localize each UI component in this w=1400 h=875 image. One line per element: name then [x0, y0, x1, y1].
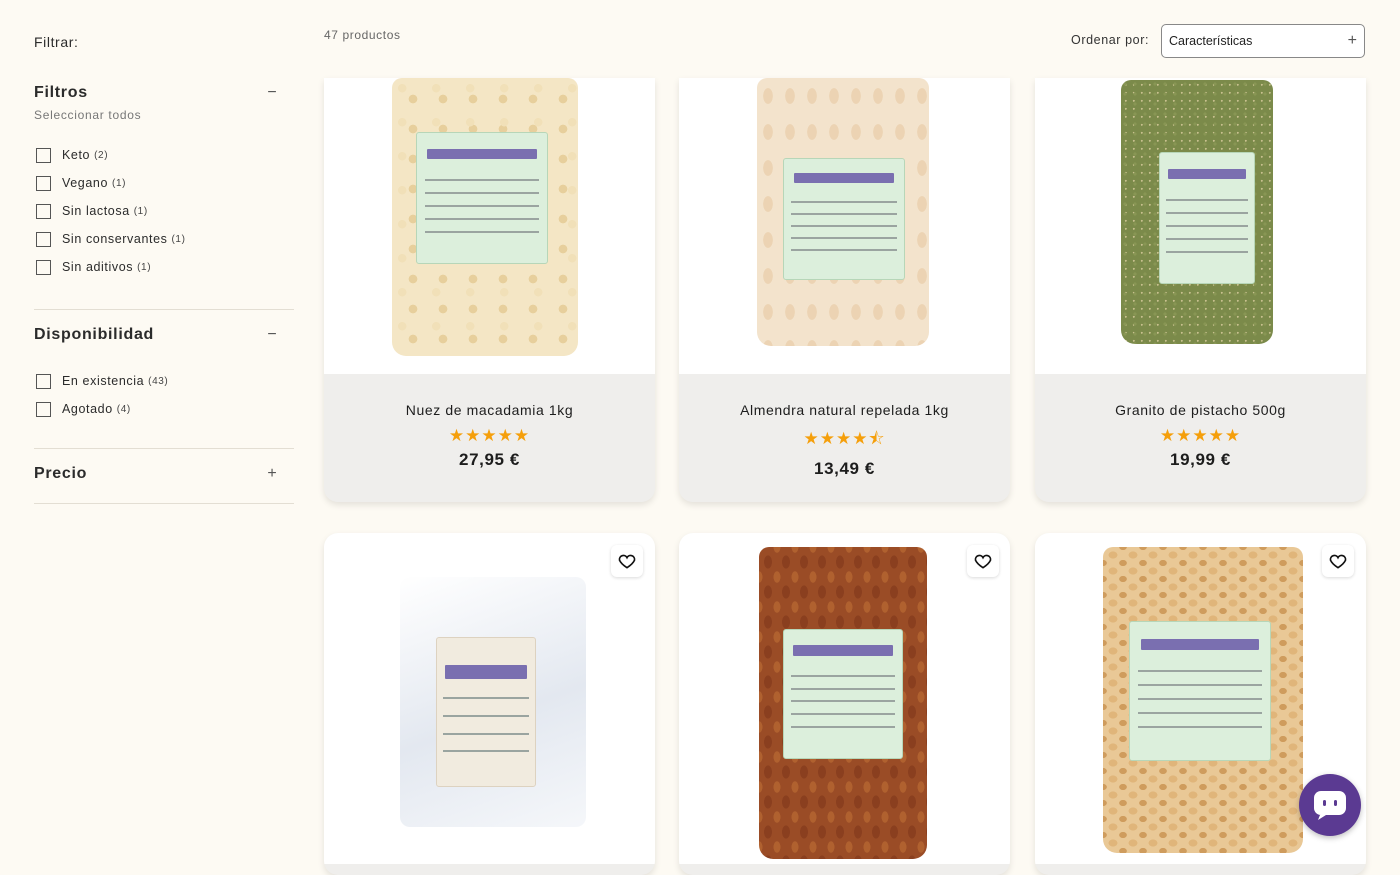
product-name[interactable]: Almendra natural repelada 1kg	[679, 402, 1010, 418]
checkbox[interactable]	[36, 373, 51, 389]
option-label: Sin conservantes	[62, 232, 168, 246]
product-price: 13,49 €	[814, 459, 875, 478]
product-card[interactable]	[679, 533, 1010, 875]
disponibilidad-title: Disponibilidad	[34, 326, 155, 343]
option-count: (1)	[133, 205, 148, 217]
divider	[34, 448, 294, 449]
collapse-icon[interactable]: −	[262, 84, 282, 102]
option-count: (43)	[148, 375, 169, 387]
product-card[interactable]: Almendra natural repelada 1kg ★★★★⯪ 13,4…	[679, 78, 1010, 502]
heart-icon	[1329, 554, 1347, 569]
rating-stars: ★★★★★	[448, 426, 531, 445]
product-card[interactable]	[324, 533, 655, 875]
product-image[interactable]	[679, 533, 1010, 864]
product-count: 47 productos	[324, 28, 401, 42]
product-image[interactable]	[324, 78, 655, 374]
option-label: Agotado	[62, 402, 113, 416]
product-card[interactable]: Nuez de macadamia 1kg ★★★★★ 27,95 €	[324, 78, 655, 502]
checkbox[interactable]	[36, 231, 51, 247]
checkbox[interactable]	[36, 259, 51, 275]
option-label: En existencia	[62, 374, 145, 388]
heart-icon	[974, 554, 992, 569]
divider	[34, 309, 294, 310]
wishlist-button[interactable]	[611, 545, 643, 577]
rating-stars: ★★★★★	[1159, 426, 1242, 445]
option-count: (2)	[94, 149, 109, 161]
option-count: (1)	[171, 233, 186, 245]
sort-value: Características	[1169, 34, 1253, 48]
filter-title: Filtrar:	[34, 34, 79, 50]
disponibilidad-section: Disponibilidad − En existencia (43) Agot…	[34, 326, 294, 423]
product-image[interactable]	[324, 533, 655, 864]
chat-icon	[1314, 791, 1346, 820]
product-info: Almendra natural repelada 1kg ★★★★⯪ 13,4…	[679, 374, 1010, 502]
product-label	[416, 132, 548, 264]
sort-label: Ordenar por:	[1071, 33, 1150, 47]
option-label: Vegano	[62, 176, 109, 190]
select-all-link[interactable]: Seleccionar todos	[34, 108, 294, 122]
option-count: (1)	[112, 177, 127, 189]
plus-icon: +	[1347, 32, 1357, 49]
option-count: (4)	[116, 403, 131, 415]
checkbox[interactable]	[36, 401, 51, 417]
filter-option-agotado[interactable]: Agotado (4)	[34, 395, 294, 423]
filtros-header[interactable]: Filtros −	[34, 84, 294, 102]
sort-select[interactable]: Características +	[1161, 24, 1365, 58]
checkbox[interactable]	[36, 175, 51, 191]
filter-option-sin-conservantes[interactable]: Sin conservantes (1)	[34, 225, 294, 253]
option-label: Sin aditivos	[62, 260, 134, 274]
product-image[interactable]	[1035, 78, 1366, 374]
filtros-title: Filtros	[34, 84, 88, 101]
collapse-icon[interactable]: −	[262, 326, 282, 344]
product-label	[783, 629, 903, 759]
precio-section: Precio +	[34, 465, 294, 483]
checkbox[interactable]	[36, 147, 51, 163]
filter-option-sin-lactosa[interactable]: Sin lactosa (1)	[34, 197, 294, 225]
heart-icon	[618, 554, 636, 569]
product-info: Nuez de macadamia 1kg ★★★★★ 27,95 €	[324, 374, 655, 502]
checkbox[interactable]	[36, 203, 51, 219]
product-label	[1159, 152, 1255, 284]
product-price: 19,99 €	[1170, 450, 1231, 469]
wishlist-button[interactable]	[1322, 545, 1354, 577]
product-image[interactable]	[679, 78, 1010, 374]
wishlist-button[interactable]	[967, 545, 999, 577]
disponibilidad-header[interactable]: Disponibilidad −	[34, 326, 294, 344]
option-label: Sin lactosa	[62, 204, 130, 218]
product-card[interactable]: Granito de pistacho 500g ★★★★★ 19,99 €	[1035, 78, 1366, 502]
divider	[34, 503, 294, 504]
product-name[interactable]: Granito de pistacho 500g	[1035, 402, 1366, 418]
precio-header[interactable]: Precio +	[34, 465, 294, 483]
option-count: (1)	[137, 261, 152, 273]
product-name[interactable]: Nuez de macadamia 1kg	[324, 402, 655, 418]
product-label	[783, 158, 905, 280]
product-label	[436, 637, 536, 787]
product-price: 27,95 €	[459, 450, 520, 469]
rating-stars: ★★★★⯪	[803, 429, 886, 448]
filter-option-sin-aditivos[interactable]: Sin aditivos (1)	[34, 253, 294, 281]
precio-title: Precio	[34, 465, 88, 482]
filter-option-en-existencia[interactable]: En existencia (43)	[34, 367, 294, 395]
filter-option-vegano[interactable]: Vegano (1)	[34, 169, 294, 197]
expand-icon[interactable]: +	[262, 465, 282, 483]
chat-button[interactable]	[1299, 774, 1361, 836]
filtros-section: Filtros − Seleccionar todos Keto (2) Veg…	[34, 84, 294, 281]
option-label: Keto	[62, 148, 91, 162]
product-label	[1129, 621, 1271, 761]
product-info: Granito de pistacho 500g ★★★★★ 19,99 €	[1035, 374, 1366, 502]
filter-option-keto[interactable]: Keto (2)	[34, 141, 294, 169]
